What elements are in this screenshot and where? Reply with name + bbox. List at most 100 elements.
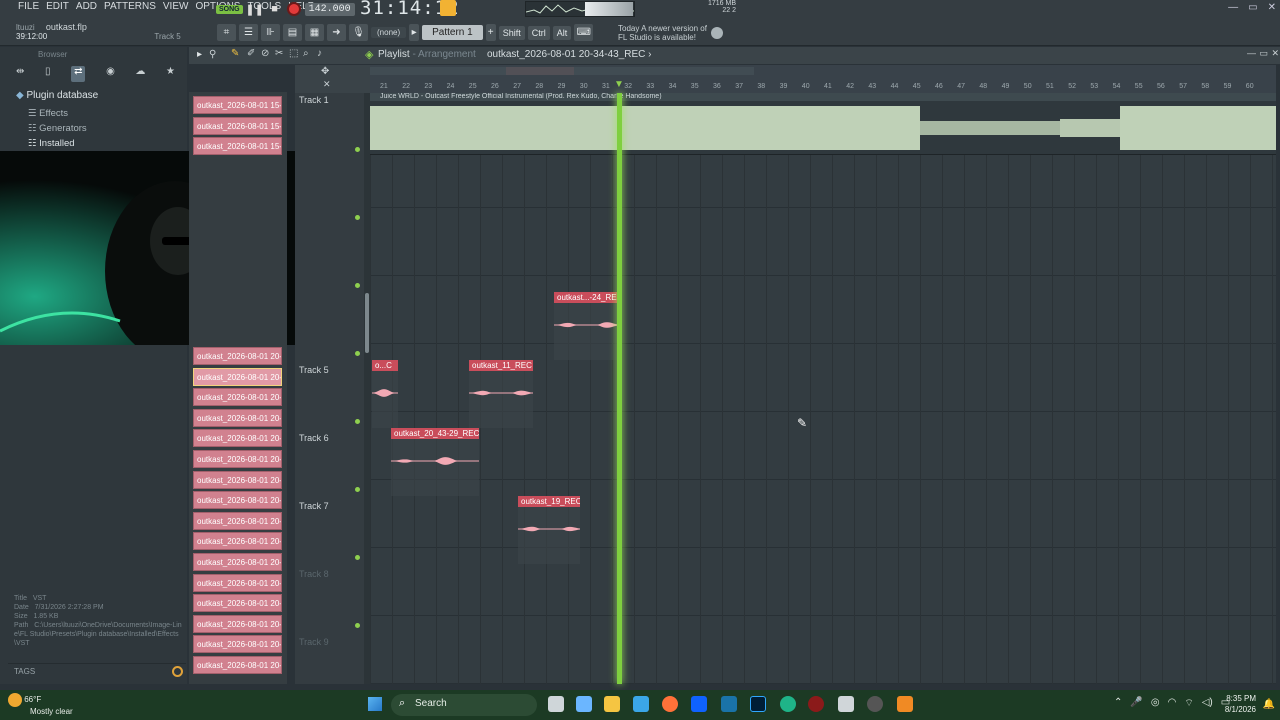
weather-widget[interactable]: 66°F Mostly clear: [8, 693, 73, 717]
channel-button[interactable]: outkast_2026-08-01 20-...: [193, 408, 282, 427]
file-explorer-icon[interactable]: [604, 696, 620, 712]
playlist-play-icon[interactable]: ▸: [197, 49, 202, 60]
speaker-icon[interactable]: ♪: [317, 48, 322, 59]
track-enable-led[interactable]: [355, 555, 360, 560]
playlist-icon[interactable]: ▦: [305, 24, 324, 41]
arrow-icon[interactable]: ➜: [327, 24, 346, 41]
channel-button[interactable]: outkast_2026-08-01 20-...: [193, 429, 282, 448]
copilot-icon[interactable]: [576, 696, 592, 712]
channel-button[interactable]: outkast_2026-08-01 20-...: [193, 635, 282, 654]
track-name[interactable]: Track 8: [299, 569, 329, 579]
snap-select[interactable]: (none): [371, 27, 407, 38]
search-icon[interactable]: [172, 666, 183, 677]
windows-start-icon[interactable]: [368, 697, 382, 711]
playlist-minimize-icon[interactable]: —: [1247, 48, 1256, 58]
sound-icon[interactable]: ◉: [106, 66, 115, 82]
mute-icon[interactable]: ⊘: [261, 48, 269, 59]
channel-button[interactable]: outkast_2026-08-01 20-...: [193, 491, 282, 510]
wifi-icon[interactable]: ⌔: [1184, 697, 1193, 710]
plugin-database[interactable]: ◆ Plugin database: [16, 90, 98, 101]
track-enable-led[interactable]: [355, 419, 360, 424]
opera-icon[interactable]: [808, 696, 824, 712]
plugins-tab-icon[interactable]: ⇄: [71, 66, 86, 82]
channel-button[interactable]: outkast_2026-08-01 15-...: [193, 116, 282, 135]
location-icon[interactable]: ◎: [1151, 697, 1160, 710]
track-name[interactable]: Track 5: [299, 365, 329, 375]
audio-clip[interactable]: outkast...-24_REC: [554, 292, 622, 360]
channel-rack-icon[interactable]: ☰: [239, 24, 258, 41]
tags-bar[interactable]: TAGS: [8, 663, 186, 679]
pause-icon[interactable]: ❚❚: [245, 1, 263, 17]
audio-clip[interactable]: o...C: [372, 360, 398, 428]
network-icon[interactable]: ◠: [1168, 697, 1177, 710]
track-name[interactable]: Track 6: [299, 433, 329, 443]
clock[interactable]: 8:35 PM 8/1/2026: [1225, 693, 1256, 715]
photoshop-icon[interactable]: [750, 696, 766, 712]
channel-button[interactable]: outkast_2026-08-01 20-...: [193, 656, 282, 674]
task-view-icon[interactable]: [548, 696, 564, 712]
notification-bell-icon[interactable]: 🔔: [1263, 699, 1275, 710]
taskbar-search[interactable]: Search: [391, 694, 537, 716]
store-icon[interactable]: [633, 696, 649, 712]
slice-icon[interactable]: ✂: [275, 48, 283, 59]
mixer-icon[interactable]: ⊪: [261, 24, 280, 41]
chrome-icon[interactable]: [867, 696, 883, 712]
record-button[interactable]: [286, 2, 301, 16]
update-notice[interactable]: Today A newer version of FL Studio is av…: [618, 24, 707, 42]
fl-studio-icon[interactable]: [897, 696, 913, 712]
star-icon[interactable]: ★: [166, 66, 175, 82]
typing-keyboard-icon[interactable]: ⌨: [574, 24, 594, 41]
pattern-selector[interactable]: Pattern 1: [422, 25, 483, 40]
audio-clip[interactable]: outkast_19_REC: [518, 496, 580, 564]
magnet-icon[interactable]: ⚲: [209, 49, 216, 60]
back-icon[interactable]: ⇹: [16, 66, 24, 82]
track-enable-led[interactable]: [355, 147, 360, 152]
shift-key[interactable]: Shift: [498, 25, 525, 40]
cloud-icon[interactable]: ☁: [135, 66, 145, 82]
tree-effects[interactable]: ☰ Effects: [28, 108, 68, 119]
channel-button[interactable]: outkast_2026-08-01 20-...: [193, 573, 282, 592]
track-enable-led[interactable]: [355, 351, 360, 356]
volume-icon[interactable]: ◁): [1202, 697, 1213, 710]
track-enable-led[interactable]: [355, 623, 360, 628]
tempo-display[interactable]: 142.000: [304, 2, 355, 16]
firefox-icon[interactable]: [662, 696, 678, 712]
audio-clip[interactable]: outkast_20_43-29_REC: [391, 428, 479, 496]
audio-clip-instrumental[interactable]: Juice WRLD - Outcast Freestyle Official …: [370, 93, 1276, 155]
chevron-up-icon[interactable]: ⌃: [1114, 697, 1122, 710]
pencil-icon[interactable]: ✎: [231, 48, 239, 59]
channel-button[interactable]: outkast_2026-08-01 20-...: [193, 470, 282, 489]
audio-clip[interactable]: outkast_11_REC: [469, 360, 533, 428]
microphone-tray-icon[interactable]: 🎤: [1130, 697, 1142, 710]
piano-roll-icon[interactable]: ▤: [283, 24, 302, 41]
track-name[interactable]: Track 7: [299, 501, 329, 511]
song-mode-button[interactable]: SONG: [216, 4, 243, 14]
menu-add[interactable]: ADD: [76, 1, 97, 12]
playlist-maximize-icon[interactable]: ▭: [1259, 48, 1268, 59]
menu-file[interactable]: FILE: [18, 1, 39, 12]
tree-installed[interactable]: ☷ Installed: [28, 138, 75, 149]
playlist-close-icon[interactable]: ✕: [1271, 48, 1279, 59]
brush-icon[interactable]: ✐: [247, 48, 255, 59]
channel-button[interactable]: outkast_2026-08-01 20-...: [193, 367, 282, 386]
track-enable-led[interactable]: [355, 215, 360, 220]
app-icon[interactable]: [721, 696, 737, 712]
microphone-icon[interactable]: 🎙: [349, 24, 368, 41]
scroll-thumb[interactable]: [365, 293, 369, 353]
horizontal-scrollbar[interactable]: [370, 67, 754, 75]
pattern-mode-icon[interactable]: ⌗: [217, 24, 236, 41]
track-name[interactable]: Track 9: [299, 637, 329, 647]
channel-button[interactable]: outkast_2026-08-01 20-...: [193, 347, 282, 365]
app-icon-2[interactable]: [838, 696, 854, 712]
play-pattern-icon[interactable]: ▸: [409, 24, 420, 41]
menu-edit[interactable]: EDIT: [46, 1, 69, 12]
track-enable-led[interactable]: [355, 283, 360, 288]
channel-button[interactable]: outkast_2026-08-01 20-...: [193, 594, 282, 613]
channel-button[interactable]: outkast_2026-08-01 20-...: [193, 511, 282, 530]
channel-button[interactable]: outkast_2026-08-01 15-...: [193, 96, 282, 114]
track-name[interactable]: Track 1: [299, 95, 329, 105]
metronome-icon[interactable]: [440, 0, 456, 16]
maximize-icon[interactable]: ▭: [1248, 2, 1257, 13]
select-icon[interactable]: ⬚: [289, 48, 298, 59]
channel-button[interactable]: outkast_2026-08-01 20-...: [193, 614, 282, 633]
